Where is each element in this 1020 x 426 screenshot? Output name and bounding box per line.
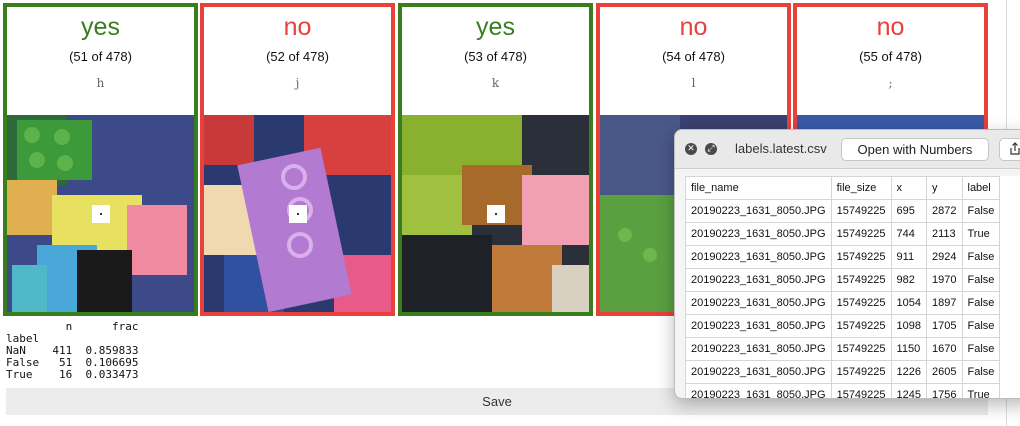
table-cell: 15749225 — [830, 337, 892, 361]
table-cell: 1245 — [890, 383, 928, 398]
table-row: 20190223_1631_8050.JPG 15749225 1226 2605 Fa… — [685, 360, 1001, 384]
csv-table: file_name file_size x y label 20190223_1… — [685, 176, 1001, 398]
column-header: y — [926, 176, 963, 200]
table-cell: True — [961, 222, 1001, 246]
table-row: 20190223_1631_8050.JPG 15749225 1054 1897 Fa… — [685, 291, 1001, 315]
table-cell: 744 — [890, 222, 928, 246]
verdict-label: no — [283, 13, 312, 41]
csv-preview-window[interactable]: ✕ ⤢ labels.latest.csv Open with Numbers … — [674, 129, 1020, 399]
table-cell: False — [961, 337, 1001, 361]
table-cell: 20190223_1631_8050.JPG — [685, 245, 832, 269]
table-cell: 20190223_1631_8050.JPG — [685, 268, 832, 292]
table-cell: True — [961, 383, 1001, 398]
table-cell: 2605 — [926, 360, 963, 384]
table-cell: False — [961, 268, 1001, 292]
table-cell: 15749225 — [830, 199, 892, 223]
table-cell: 695 — [890, 199, 928, 223]
image-counter: (51 of 478) — [69, 49, 132, 64]
table-cell: False — [961, 314, 1001, 338]
table-cell: False — [961, 291, 1001, 315]
table-cell: 1705 — [926, 314, 963, 338]
table-cell: 1897 — [926, 291, 963, 315]
lego-photo — [204, 115, 391, 312]
table-row: 20190223_1631_8050.JPG 15749225 1150 1670 Fa… — [685, 337, 1001, 361]
lego-photo — [402, 115, 589, 312]
point-marker — [91, 204, 110, 223]
table-row: 20190223_1631_8050.JPG 15749225 1245 1756 Tr… — [685, 383, 1001, 398]
table-cell: False — [961, 199, 1001, 223]
table-cell: 20190223_1631_8050.JPG — [685, 291, 832, 315]
table-cell: 1226 — [890, 360, 928, 384]
table-cell: 982 — [890, 268, 928, 292]
table-cell: 15749225 — [830, 222, 892, 246]
table-row: 20190223_1631_8050.JPG 15749225 744 2113 Tru… — [685, 222, 1001, 246]
point-marker — [486, 204, 505, 223]
table-row: 20190223_1631_8050.JPG 15749225 1098 1705 Fa… — [685, 314, 1001, 338]
image-counter: (53 of 478) — [464, 49, 527, 64]
table-cell: False — [961, 245, 1001, 269]
column-header: file_name — [685, 176, 832, 200]
table-cell: 15749225 — [830, 245, 892, 269]
table-cell: 15749225 — [830, 268, 892, 292]
label-card-53[interactable]: yes (53 of 478) k — [398, 3, 593, 316]
column-header: label — [961, 176, 1001, 200]
shortcut-key: ; — [888, 76, 893, 90]
shortcut-key: h — [96, 76, 105, 90]
table-cell: 20190223_1631_8050.JPG — [685, 222, 832, 246]
table-cell: 20190223_1631_8050.JPG — [685, 337, 832, 361]
table-cell: 20190223_1631_8050.JPG — [685, 199, 832, 223]
table-cell: 15749225 — [830, 314, 892, 338]
label-card-51[interactable]: yes (51 of 478) h — [3, 3, 198, 316]
table-cell: 20190223_1631_8050.JPG — [685, 383, 832, 398]
csv-table-container[interactable]: file_name file_size x y label 20190223_1… — [685, 176, 1020, 398]
point-marker — [288, 204, 307, 223]
column-header: x — [890, 176, 928, 200]
table-cell: 1054 — [890, 291, 928, 315]
verdict-label: yes — [476, 13, 515, 41]
image-counter: (52 of 478) — [266, 49, 329, 64]
open-with-numbers-button[interactable]: Open with Numbers — [841, 138, 989, 161]
table-cell: 1670 — [926, 337, 963, 361]
table-cell: 20190223_1631_8050.JPG — [685, 314, 832, 338]
table-cell: 1970 — [926, 268, 963, 292]
shortcut-key: l — [691, 76, 696, 90]
share-icon — [1010, 142, 1020, 155]
table-cell: 2113 — [926, 222, 963, 246]
column-header: file_size — [830, 176, 892, 200]
table-cell: 911 — [890, 245, 928, 269]
table-cell: 15749225 — [830, 360, 892, 384]
table-cell: False — [961, 360, 1001, 384]
close-icon[interactable]: ✕ — [685, 143, 697, 155]
table-cell: 2924 — [926, 245, 963, 269]
label-card-52[interactable]: no (52 of 478) j — [200, 3, 395, 316]
table-cell: 1098 — [890, 314, 928, 338]
table-cell: 2872 — [926, 199, 963, 223]
table-row: 20190223_1631_8050.JPG 15749225 982 1970 Fal… — [685, 268, 1001, 292]
table-cell: 1756 — [926, 383, 963, 398]
verdict-label: no — [679, 13, 708, 41]
share-button[interactable] — [999, 138, 1020, 161]
table-cell: 15749225 — [830, 383, 892, 398]
verdict-label: no — [876, 13, 905, 41]
preview-title: labels.latest.csv — [735, 141, 827, 156]
table-cell: 15749225 — [830, 291, 892, 315]
label-stats-table: n frac label NaN 411 0.859833 False 51 0… — [6, 320, 139, 381]
verdict-label: yes — [81, 13, 120, 41]
image-counter: (54 of 478) — [662, 49, 725, 64]
table-cell: 20190223_1631_8050.JPG — [685, 360, 832, 384]
shortcut-key: k — [491, 76, 500, 90]
table-row: 20190223_1631_8050.JPG 15749225 911 2924 Fal… — [685, 245, 1001, 269]
fullscreen-icon[interactable]: ⤢ — [705, 143, 717, 155]
preview-titlebar[interactable]: ✕ ⤢ labels.latest.csv Open with Numbers — [675, 130, 1020, 169]
lego-photo — [7, 115, 194, 312]
table-row: 20190223_1631_8050.JPG 15749225 695 2872 Fal… — [685, 199, 1001, 223]
shortcut-key: j — [295, 76, 300, 90]
table-header-row: file_name file_size x y label — [685, 176, 1001, 200]
table-cell: 1150 — [890, 337, 928, 361]
image-counter: (55 of 478) — [859, 49, 922, 64]
